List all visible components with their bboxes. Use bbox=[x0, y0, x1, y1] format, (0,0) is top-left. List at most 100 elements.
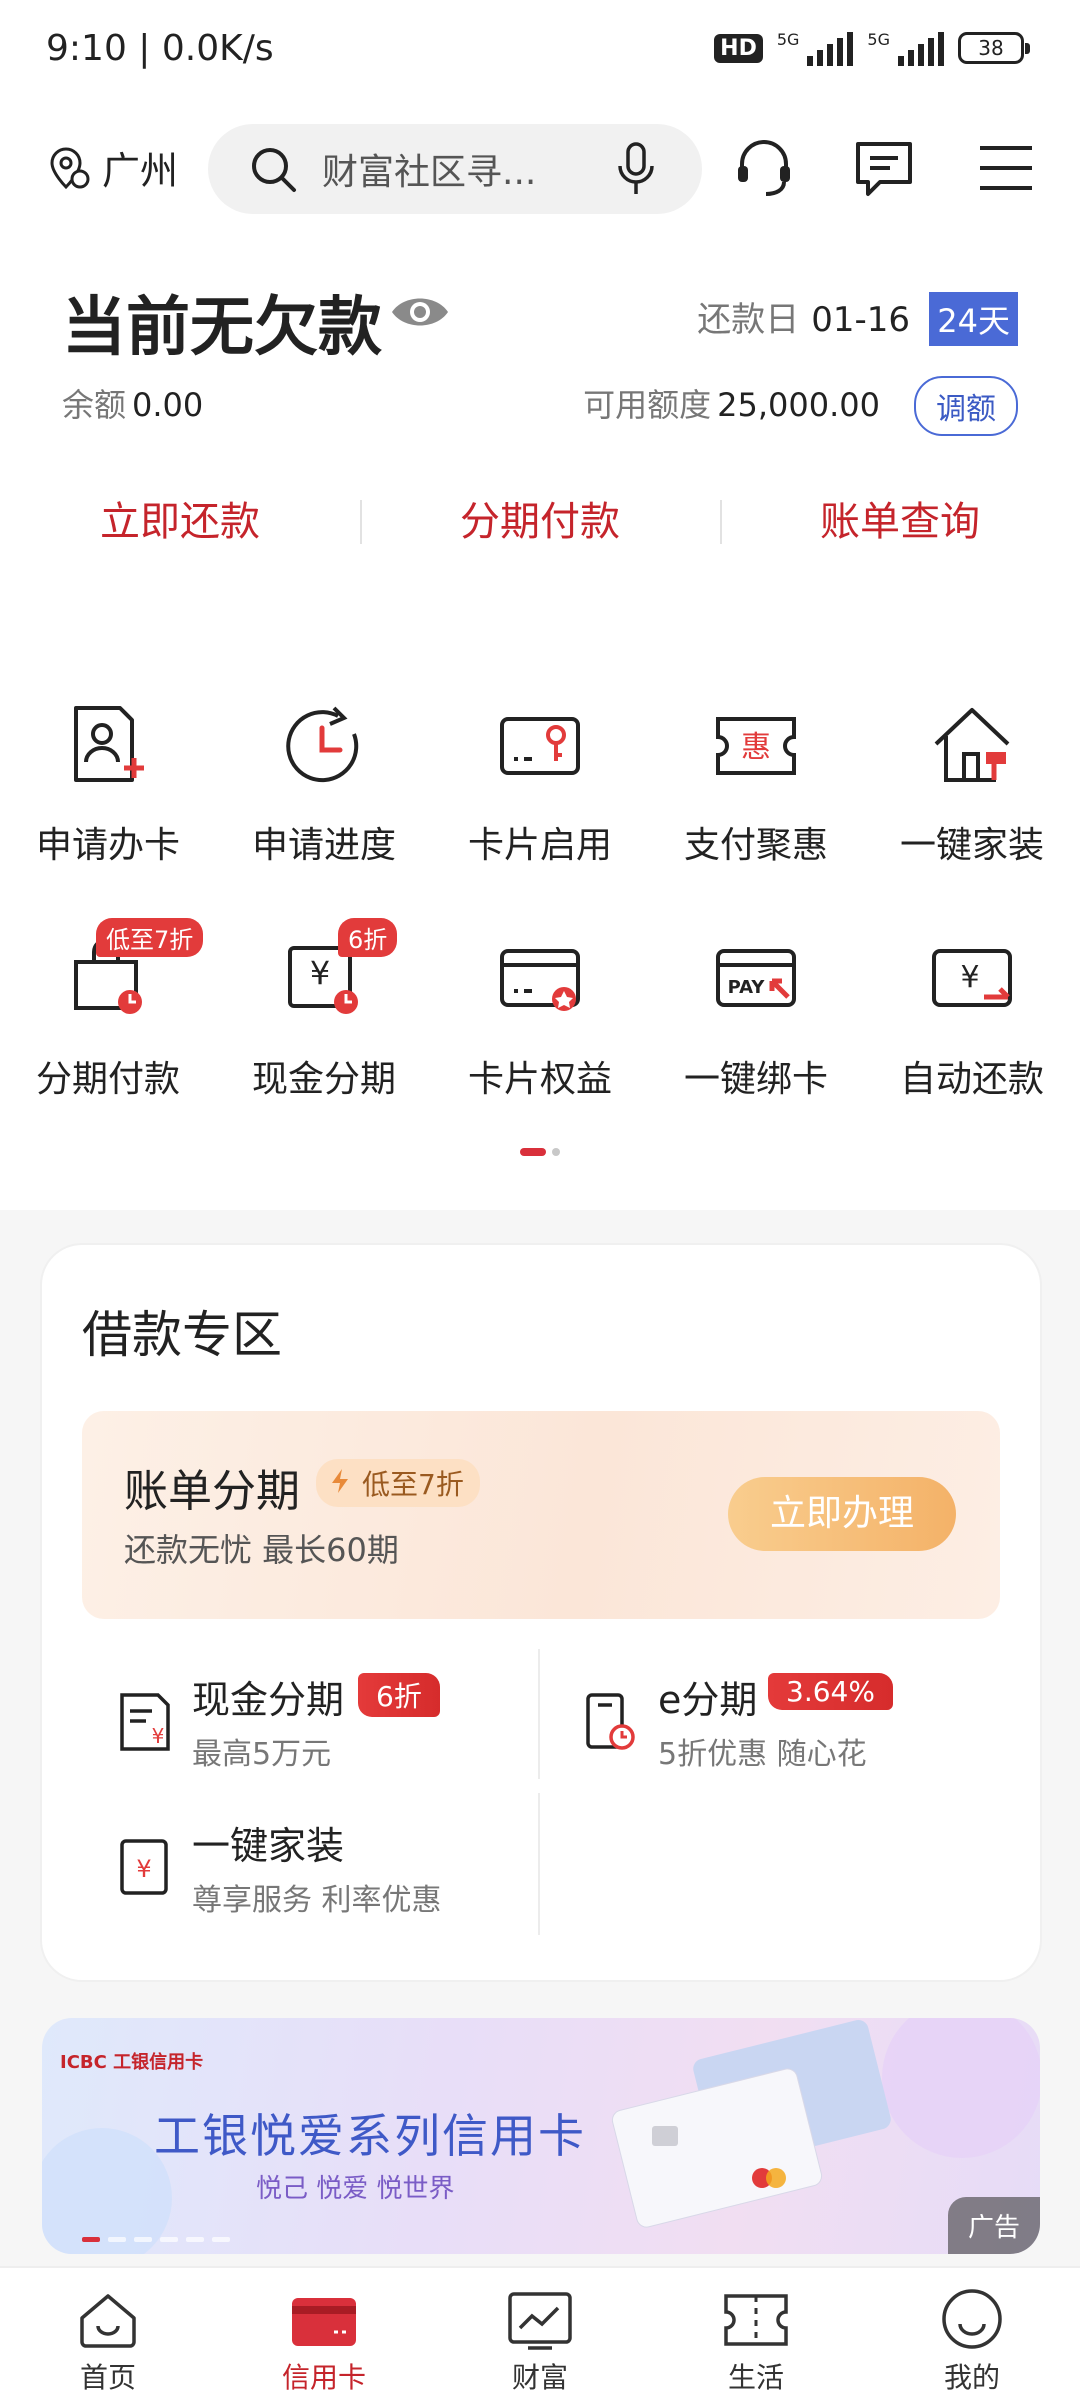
card-activate-icon bbox=[500, 717, 580, 775]
loan-item-subtitle: 最高5万元 bbox=[192, 1737, 332, 1772]
network-type-2: 5G bbox=[867, 30, 890, 49]
banner-page-indicator bbox=[82, 2237, 230, 2242]
discount-tag: 6折 bbox=[338, 918, 398, 957]
smiley-profile-icon bbox=[942, 2289, 1002, 2349]
repay-now-button[interactable]: 立即还款 bbox=[0, 482, 360, 562]
nav-credit-card[interactable]: 信用卡 bbox=[216, 2268, 432, 2400]
message-icon[interactable] bbox=[852, 136, 916, 200]
divider bbox=[538, 1649, 540, 1779]
status-time: 9:10 | 0.0K/s bbox=[46, 28, 274, 69]
service-installment[interactable]: 低至7折 分期付款 bbox=[0, 918, 216, 1102]
promo-banner[interactable]: ICBC 工银信用卡 工银悦爱系列信用卡 悦己 悦爱 悦世界 广告 bbox=[42, 2018, 1040, 2254]
eye-icon[interactable] bbox=[390, 292, 450, 332]
search-bar[interactable]: 财富社区寻... bbox=[208, 124, 702, 214]
svg-text:¥: ¥ bbox=[310, 954, 330, 992]
banner-title: 工银悦爱系列信用卡 bbox=[154, 2109, 586, 2163]
quick-actions: 立即还款 分期付款 账单查询 bbox=[0, 482, 1080, 562]
top-bar: 广州 财富社区寻... bbox=[0, 100, 1080, 240]
service-label: 卡片权益 bbox=[467, 1059, 612, 1100]
credit-value: 25,000.00 bbox=[717, 386, 880, 424]
battery-icon: 38 bbox=[958, 32, 1030, 64]
status-indicators: HD 5G 5G 38 bbox=[714, 30, 1030, 66]
service-home-decor[interactable]: 一键家装 bbox=[864, 696, 1080, 868]
divider bbox=[538, 1793, 540, 1935]
service-label: 支付聚惠 bbox=[683, 825, 828, 866]
days-left-badge: 24天 bbox=[929, 292, 1018, 346]
location-pin-icon bbox=[50, 147, 90, 189]
adjust-limit-button[interactable]: 调额 bbox=[914, 376, 1018, 436]
loan-item-badge: 3.64% bbox=[768, 1673, 893, 1710]
discount-tag: 低至7折 bbox=[316, 1459, 480, 1507]
loan-item-e-installment[interactable]: e分期 3.64% 5折优惠 随心花 bbox=[572, 1669, 992, 1779]
banner-brand: ICBC 工银信用卡 bbox=[60, 2052, 204, 2073]
loan-item-cash-installment[interactable]: ¥ 现金分期 6折 最高5万元 bbox=[106, 1669, 526, 1779]
card-benefits-icon bbox=[500, 949, 580, 1011]
loan-item-home-decor[interactable]: ¥ 一键家装 尊享服务 利率优惠 bbox=[106, 1815, 526, 1925]
location-selector[interactable]: 广州 bbox=[46, 140, 178, 195]
loan-zone-title: 借款专区 bbox=[82, 1306, 282, 1364]
cash-installment-doc-icon: ¥ bbox=[120, 1693, 170, 1751]
apply-card-icon bbox=[74, 706, 144, 782]
nav-label: 信用卡 bbox=[281, 2361, 366, 2394]
svg-text:PAY: PAY bbox=[728, 977, 766, 998]
services-row-2: 低至7折 分期付款 6折 ¥ 现金分期 卡片权益 PAY 一键绑卡 ¥ 自动还款 bbox=[0, 918, 1080, 1102]
home-decor-doc-icon: ¥ bbox=[120, 1839, 168, 1895]
progress-icon bbox=[286, 706, 359, 783]
service-label: 卡片启用 bbox=[467, 825, 612, 866]
service-progress[interactable]: 申请进度 bbox=[216, 696, 432, 868]
nav-label: 财富 bbox=[511, 2361, 568, 2394]
banner-subtitle: 悦己 悦爱 悦世界 bbox=[256, 2174, 455, 2204]
repay-date: 还款日 01-16 bbox=[697, 292, 910, 341]
service-label: 申请进度 bbox=[251, 825, 396, 866]
service-payment-deals[interactable]: 惠 支付聚惠 bbox=[648, 696, 864, 868]
nav-life[interactable]: 生活 bbox=[648, 2268, 864, 2400]
nav-label: 首页 bbox=[79, 2361, 136, 2394]
debt-status: 当前无欠款 bbox=[62, 291, 382, 365]
repay-date-value: 01-16 bbox=[811, 300, 910, 340]
bill-installment-title: 账单分期 bbox=[124, 1466, 300, 1517]
svg-text:¥: ¥ bbox=[152, 1724, 165, 1748]
service-auto-repay[interactable]: ¥ 自动还款 bbox=[864, 930, 1080, 1102]
menu-icon[interactable] bbox=[978, 136, 1034, 200]
service-label: 一键绑卡 bbox=[683, 1059, 828, 1100]
apply-now-button[interactable]: 立即办理 bbox=[728, 1477, 956, 1551]
service-card-benefits[interactable]: 卡片权益 bbox=[432, 930, 648, 1102]
bill-query-button[interactable]: 账单查询 bbox=[720, 482, 1080, 562]
bill-installment-subtitle: 还款无忧 最长60期 bbox=[124, 1531, 399, 1569]
nav-label: 生活 bbox=[727, 2361, 784, 2394]
service-cash-installment[interactable]: 6折 ¥ 现金分期 bbox=[216, 918, 432, 1102]
credit-label: 可用额度 bbox=[583, 386, 712, 424]
loan-item-name: e分期 bbox=[658, 1678, 758, 1722]
service-card-activate[interactable]: 卡片启用 bbox=[432, 696, 648, 868]
loan-item-name: 一键家装 bbox=[192, 1824, 345, 1868]
lightning-icon bbox=[332, 1469, 348, 1493]
nav-mine[interactable]: 我的 bbox=[864, 2268, 1080, 2400]
credit-card-icon bbox=[292, 2298, 356, 2346]
service-apply-card[interactable]: 申请办卡 bbox=[0, 696, 216, 868]
network-type-1: 5G bbox=[776, 30, 800, 49]
hd-icon: HD bbox=[714, 33, 763, 63]
customer-service-icon[interactable] bbox=[732, 136, 796, 200]
payment-deals-icon: 惠 bbox=[716, 717, 796, 775]
balance: 余额 0.00 bbox=[62, 380, 203, 426]
ad-label: 广告 bbox=[947, 2197, 1040, 2254]
microphone-icon[interactable] bbox=[616, 142, 656, 196]
repay-date-label: 还款日 bbox=[697, 300, 800, 340]
service-label: 一键家装 bbox=[899, 825, 1044, 866]
search-placeholder: 财富社区寻... bbox=[322, 152, 537, 193]
loan-item-subtitle: 尊享服务 利率优惠 bbox=[192, 1883, 442, 1918]
home-icon bbox=[80, 2294, 136, 2348]
page-indicator bbox=[520, 1148, 560, 1156]
search-icon bbox=[252, 148, 296, 192]
service-bind-card[interactable]: PAY 一键绑卡 bbox=[648, 930, 864, 1102]
bill-installment-card[interactable]: 账单分期 低至7折 还款无忧 最长60期 立即办理 bbox=[82, 1411, 1000, 1619]
nav-wealth[interactable]: 财富 bbox=[432, 2268, 648, 2400]
home-decor-icon bbox=[934, 708, 1010, 782]
balance-label: 余额 bbox=[62, 386, 127, 424]
nav-home[interactable]: 首页 bbox=[0, 2268, 216, 2400]
available-credit: 可用额度 25,000.00 bbox=[583, 380, 880, 426]
service-label: 分期付款 bbox=[35, 1059, 180, 1100]
loan-item-name: 现金分期 bbox=[192, 1678, 345, 1722]
installment-pay-button[interactable]: 分期付款 bbox=[360, 482, 720, 562]
account-summary: 当前无欠款 还款日 01-16 24天 余额 0.00 可用额度 25,000.00 … bbox=[0, 240, 1080, 600]
